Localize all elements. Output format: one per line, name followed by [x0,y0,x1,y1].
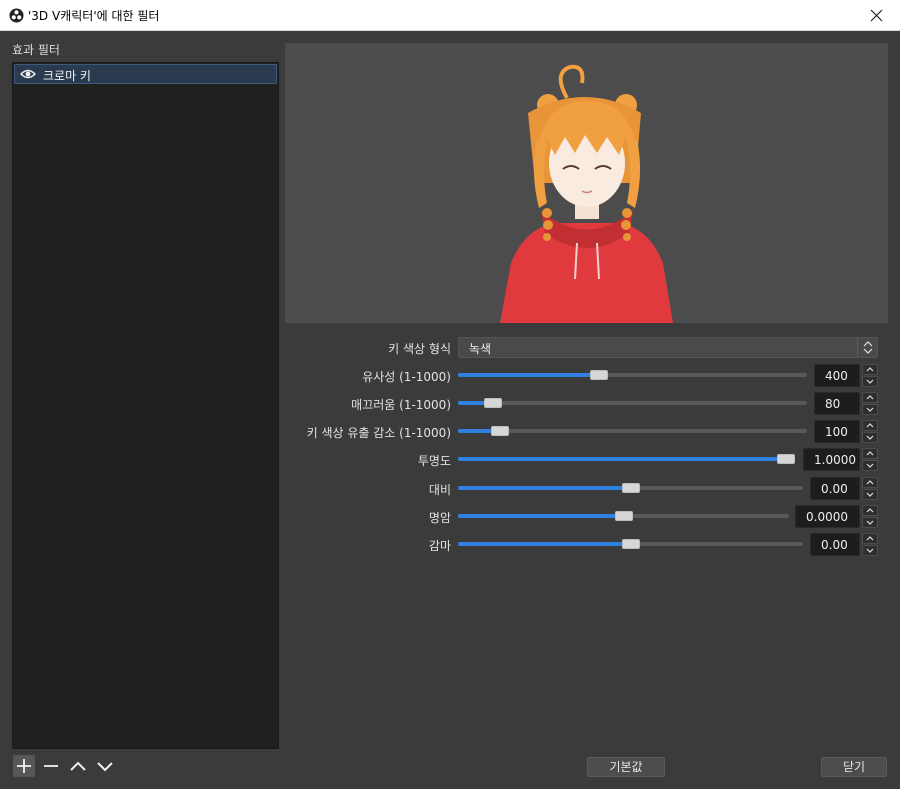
minus-icon [44,765,58,767]
obs-logo-icon [9,8,24,23]
brightness-slider[interactable] [458,508,789,524]
slider-fill [458,457,786,461]
smoothness-label: 매끄러움 (1-1000) [351,398,451,412]
select-arrows[interactable] [857,338,877,357]
chevron-down-icon [866,435,874,440]
decrement-button[interactable] [862,489,878,500]
smoothness-value-input[interactable]: 80 [814,392,860,415]
filter-item-label: 크로마 키 [43,69,91,83]
similarity-value-input[interactable]: 400 [814,364,860,387]
move-filter-up-button[interactable] [67,755,89,777]
increment-button[interactable] [862,420,878,431]
key-color-type-label: 키 색상 형식 [388,342,451,356]
chevron-down-icon [866,520,874,525]
brightness-spin-buttons[interactable] [862,505,878,528]
opacity-value-input[interactable]: 1.0000 [803,448,860,471]
visibility-eye-icon[interactable] [19,68,37,83]
chevron-up-icon [866,367,874,372]
chevron-down-icon [866,492,874,497]
increment-button[interactable] [862,477,878,488]
chevron-up-icon [866,536,874,541]
slider-thumb[interactable] [777,454,795,464]
close-icon [870,9,883,22]
gamma-value-input[interactable]: 0.00 [810,533,860,556]
gamma-spin-buttons[interactable] [862,533,878,556]
similarity-label: 유사성 (1-1000) [362,370,451,384]
slider-track [458,429,807,433]
slider-fill [458,486,631,490]
decrement-button[interactable] [862,432,878,443]
defaults-button[interactable]: 기본값 [587,757,665,777]
window-title: '3D V캐릭터'에 대한 필터 [28,9,160,23]
add-filter-button[interactable] [13,755,35,777]
key-color-type-select[interactable]: 녹색 [458,337,878,358]
decrement-button[interactable] [862,404,878,415]
character-preview-image [500,64,673,323]
slider-thumb[interactable] [590,370,609,380]
remove-filter-button[interactable] [40,755,62,777]
slider-fill [458,373,600,377]
slider-thumb[interactable] [621,539,640,549]
spill-reduction-spin-buttons[interactable] [862,420,878,443]
similarity-spin-buttons[interactable] [862,364,878,387]
increment-button[interactable] [862,364,878,375]
contrast-spin-buttons[interactable] [862,477,878,500]
chevron-up-icon [866,423,874,428]
increment-button[interactable] [862,505,878,516]
slider-thumb[interactable] [621,483,640,493]
slider-thumb[interactable] [491,426,510,436]
contrast-label: 대비 [428,483,451,497]
spill-reduction-value-input[interactable]: 100 [814,420,860,443]
effect-filter-list[interactable]: 크로마 키 [12,62,279,749]
chevron-up-icon [70,761,86,771]
chevron-down-icon [97,762,113,772]
smoothness-spin-buttons[interactable] [862,392,878,415]
window-titlebar: '3D V캐릭터'에 대한 필터 [0,0,900,31]
contrast-slider[interactable] [458,480,803,496]
brightness-label: 명암 [428,511,451,525]
gamma-slider[interactable] [458,536,803,552]
close-button[interactable]: 닫기 [821,757,887,777]
chevron-up-icon [866,451,874,456]
smoothness-slider[interactable] [458,395,807,411]
plus-icon [17,759,31,773]
move-filter-down-button[interactable] [94,755,116,777]
chevron-up-icon [866,395,874,400]
opacity-label: 투명도 [417,454,451,468]
spill-reduction-slider[interactable] [458,423,807,439]
chevron-down-icon [866,379,874,384]
slider-fill [458,514,624,518]
brightness-value-input[interactable]: 0.0000 [795,505,860,528]
contrast-value-input[interactable]: 0.00 [810,477,860,500]
decrement-button[interactable] [862,376,878,387]
chevron-up-icon [866,480,874,485]
gamma-label: 감마 [428,539,451,553]
decrement-button[interactable] [862,545,878,556]
chevron-down-icon [866,407,874,412]
increment-button[interactable] [862,448,878,459]
decrement-button[interactable] [862,460,878,471]
chevron-down-icon [866,548,874,553]
spill-reduction-label: 키 색상 유출 감소 (1-1000) [306,426,451,440]
chevron-up-icon [866,508,874,513]
source-preview [285,43,888,323]
increment-button[interactable] [862,392,878,403]
opacity-spin-buttons[interactable] [862,448,878,471]
similarity-slider[interactable] [458,367,807,383]
slider-track [458,401,807,405]
slider-fill [458,542,631,546]
increment-button[interactable] [862,533,878,544]
opacity-slider[interactable] [458,451,795,467]
window-close-button[interactable] [854,0,900,31]
filter-item-chroma-key[interactable]: 크로마 키 [14,64,277,84]
slider-thumb[interactable] [614,511,633,521]
updown-chevron-icon [863,341,873,354]
decrement-button[interactable] [862,517,878,528]
key-color-type-value: 녹색 [469,342,492,356]
effect-filters-label: 효과 필터 [12,43,60,57]
chevron-down-icon [866,463,874,468]
slider-thumb[interactable] [484,398,503,408]
